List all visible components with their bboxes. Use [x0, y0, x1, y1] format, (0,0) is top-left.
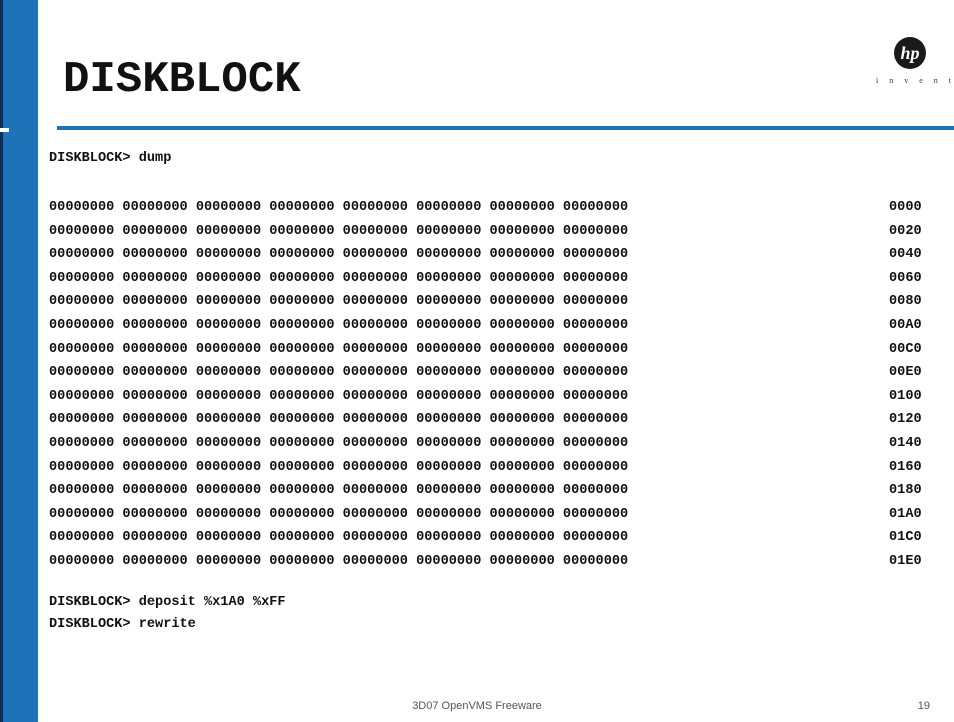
dump-row: 00000000 00000000 00000000 00000000 0000… — [49, 432, 949, 456]
dump-row: 00000000 00000000 00000000 00000000 0000… — [49, 550, 949, 574]
dump-row-offset: 00A0 — [889, 317, 922, 333]
hp-logo: hp i n v e n t — [870, 32, 954, 96]
dump-row-offset: 00C0 — [889, 341, 922, 357]
dump-row-words: 00000000 00000000 00000000 00000000 0000… — [49, 223, 629, 239]
dump-row: 00000000 00000000 00000000 00000000 0000… — [49, 479, 949, 503]
dump-row-words: 00000000 00000000 00000000 00000000 0000… — [49, 200, 629, 215]
dump-row-offset: 0000 — [889, 200, 922, 215]
dump-row: 00000000 00000000 00000000 00000000 0000… — [49, 456, 949, 480]
dump-row: 00000000 00000000 00000000 00000000 0000… — [49, 338, 949, 362]
dump-row: 00000000 00000000 00000000 00000000 0000… — [49, 314, 949, 338]
dump-row-words: 00000000 00000000 00000000 00000000 0000… — [49, 435, 629, 451]
dump-row-offset: 01E0 — [889, 553, 922, 569]
dump-row-offset: 0040 — [889, 247, 922, 263]
dump-row: 00000000 00000000 00000000 00000000 0000… — [49, 196, 949, 220]
dump-row-offset: 00E0 — [889, 365, 922, 381]
slide-title: DISKBLOCK — [63, 55, 301, 105]
deposit-command: DISKBLOCK> deposit %x1A0 %xFF — [49, 594, 286, 610]
dump-row-offset: 01C0 — [889, 530, 922, 546]
dump-row-offset: 01A0 — [889, 506, 922, 522]
dump-command: DISKBLOCK> dump — [49, 151, 172, 166]
dump-row: 00000000 00000000 00000000 00000000 0000… — [49, 503, 949, 527]
dump-row-words: 00000000 00000000 00000000 00000000 0000… — [49, 247, 629, 263]
dump-row-words: 00000000 00000000 00000000 00000000 0000… — [49, 388, 629, 404]
dump-row-offset: 0020 — [889, 223, 922, 239]
console-output: DISKBLOCK> dump 00000000 00000000 000000… — [49, 148, 949, 636]
left-bar-notch — [0, 128, 9, 132]
dump-row: 00000000 00000000 00000000 00000000 0000… — [49, 408, 949, 432]
left-accent-bar — [0, 0, 38, 722]
dump-row-words: 00000000 00000000 00000000 00000000 0000… — [49, 412, 629, 428]
dump-row-words: 00000000 00000000 00000000 00000000 0000… — [49, 506, 629, 522]
logo-tagline: i n v e n t — [876, 76, 954, 85]
dump-row-words: 00000000 00000000 00000000 00000000 0000… — [49, 530, 629, 546]
dump-row: 00000000 00000000 00000000 00000000 0000… — [49, 290, 949, 314]
dump-row: 00000000 00000000 00000000 00000000 0000… — [49, 243, 949, 267]
dump-row-offset: 0160 — [889, 459, 922, 475]
dump-row-offset: 0100 — [889, 388, 922, 404]
dump-row-words: 00000000 00000000 00000000 00000000 0000… — [49, 294, 629, 310]
dump-row-words: 00000000 00000000 00000000 00000000 0000… — [49, 270, 629, 286]
dump-row-words: 00000000 00000000 00000000 00000000 0000… — [49, 341, 629, 357]
page-number: 19 — [917, 700, 930, 712]
dump-row: 00000000 00000000 00000000 00000000 0000… — [49, 220, 949, 244]
dump-row: 00000000 00000000 00000000 00000000 0000… — [49, 361, 949, 385]
dump-row-offset: 0060 — [889, 270, 922, 286]
dump-row-words: 00000000 00000000 00000000 00000000 0000… — [49, 483, 629, 499]
dump-row-words: 00000000 00000000 00000000 00000000 0000… — [49, 317, 629, 333]
dump-row-words: 00000000 00000000 00000000 00000000 0000… — [49, 365, 629, 381]
dump-row-offset: 0120 — [889, 412, 922, 428]
hp-logo-icon: hp — [875, 36, 945, 72]
dump-row-offset: 0140 — [889, 435, 922, 451]
dump-row-offset: 0180 — [889, 483, 922, 499]
left-bar-edge — [0, 0, 3, 722]
dump-row: 00000000 00000000 00000000 00000000 0000… — [49, 526, 949, 550]
dump-row-words: 00000000 00000000 00000000 00000000 0000… — [49, 459, 629, 475]
dump-row-words: 00000000 00000000 00000000 00000000 0000… — [49, 553, 629, 569]
dump-row-offset: 0080 — [889, 294, 922, 310]
dump-row: 00000000 00000000 00000000 00000000 0000… — [49, 385, 949, 409]
rewrite-command: DISKBLOCK> rewrite — [49, 616, 196, 632]
dump-row: 00000000 00000000 00000000 00000000 0000… — [49, 267, 949, 291]
hex-dump-table: 00000000 00000000 00000000 00000000 0000… — [49, 196, 949, 574]
title-underline — [57, 126, 954, 130]
hp-logo-mark-text: hp — [900, 43, 919, 63]
footer-text: 3D07 OpenVMS Freeware — [412, 700, 542, 712]
